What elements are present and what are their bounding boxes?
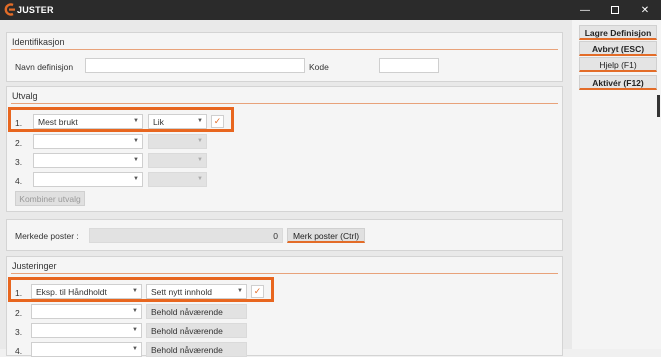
chevron-down-icon: ▼ (133, 176, 139, 182)
chevron-down-icon: ▼ (133, 157, 139, 163)
marked-records-count: 0 (89, 228, 283, 243)
row-number: 2. (15, 138, 23, 148)
highlight-justering-row-1 (8, 277, 274, 302)
utvalg-field-dropdown-4[interactable]: ▼ (33, 172, 143, 187)
divider (11, 49, 558, 50)
help-button[interactable]: Hjelp (F1) (579, 57, 657, 72)
activate-button[interactable]: Aktivér (F12) (579, 75, 657, 90)
dropdown-value: Behold nåværende (151, 326, 223, 336)
chevron-down-icon: ▼ (133, 138, 139, 144)
title-bar: JUSTER — ✕ (0, 0, 661, 20)
close-icon[interactable]: ✕ (630, 0, 660, 20)
utvalg-field-dropdown-3[interactable]: ▼ (33, 153, 143, 168)
justering-field-dropdown-2[interactable]: ▼ (31, 304, 142, 319)
cancel-button[interactable]: Avbryt (ESC) (579, 41, 657, 56)
dropdown-value: Behold nåværende (151, 345, 223, 355)
row-number: 3. (15, 327, 23, 337)
main-area: Identifikasjon Navn definisjon Kode Utva… (0, 20, 572, 357)
chevron-down-icon: ▼ (197, 176, 203, 182)
row-number: 2. (15, 308, 23, 318)
divider (11, 103, 558, 104)
divider (11, 273, 558, 274)
utvalg-operator-dropdown-2: ▼ (148, 134, 207, 149)
row-number: 3. (15, 157, 23, 167)
utvalg-panel: Utvalg 1. Mest brukt ▼ Lik ▼ ✓ 2. ▼ ▼ 3. ▼… (6, 86, 563, 212)
merkede-panel: Merkede poster : 0 Merk poster (Ctrl) (6, 219, 563, 251)
row-number: 4. (15, 176, 23, 186)
minimize-icon[interactable]: — (570, 0, 600, 20)
utvalg-heading: Utvalg (12, 91, 38, 101)
code-label: Kode (309, 62, 329, 72)
app-logo-icon (4, 3, 15, 16)
justering-action-dropdown-3: Behold nåværende (146, 323, 247, 338)
chevron-down-icon: ▼ (197, 157, 203, 163)
row-number: 4. (15, 346, 23, 356)
utvalg-field-dropdown-2[interactable]: ▼ (33, 134, 143, 149)
identifikasjon-panel: Identifikasjon Navn definisjon Kode (6, 32, 563, 82)
chevron-down-icon: ▼ (132, 308, 138, 314)
identifikasjon-heading: Identifikasjon (12, 37, 65, 47)
window-title: JUSTER (17, 5, 54, 15)
justering-action-dropdown-4: Behold nåværende (146, 342, 247, 357)
scrollbar-thumb[interactable] (657, 95, 660, 117)
save-definition-button[interactable]: Lagre Definisjon (579, 25, 657, 40)
name-label: Navn definisjon (15, 62, 74, 72)
chevron-down-icon: ▼ (132, 327, 138, 333)
justeringer-heading: Justeringer (12, 261, 57, 271)
code-field[interactable] (379, 58, 439, 73)
marked-records-label: Merkede poster : (15, 231, 79, 241)
mark-records-button[interactable]: Merk poster (Ctrl) (287, 228, 365, 243)
chevron-down-icon: ▼ (132, 346, 138, 352)
utvalg-operator-dropdown-3: ▼ (148, 153, 207, 168)
utvalg-operator-dropdown-4: ▼ (148, 172, 207, 187)
action-panel: Lagre Definisjon Avbryt (ESC) Hjelp (F1)… (572, 20, 661, 349)
highlight-utvalg-row-1 (8, 107, 234, 132)
dropdown-value: Behold nåværende (151, 307, 223, 317)
justering-action-dropdown-2: Behold nåværende (146, 304, 247, 319)
justering-field-dropdown-4[interactable]: ▼ (31, 342, 142, 357)
justeringer-panel: Justeringer 1. Eksp. til Håndholdt ▼ Sett… (6, 256, 563, 357)
maximize-icon[interactable] (600, 0, 630, 20)
name-field[interactable] (85, 58, 305, 73)
combine-selection-button[interactable]: Kombiner utvalg (15, 191, 85, 206)
justering-field-dropdown-3[interactable]: ▼ (31, 323, 142, 338)
chevron-down-icon: ▼ (197, 138, 203, 144)
